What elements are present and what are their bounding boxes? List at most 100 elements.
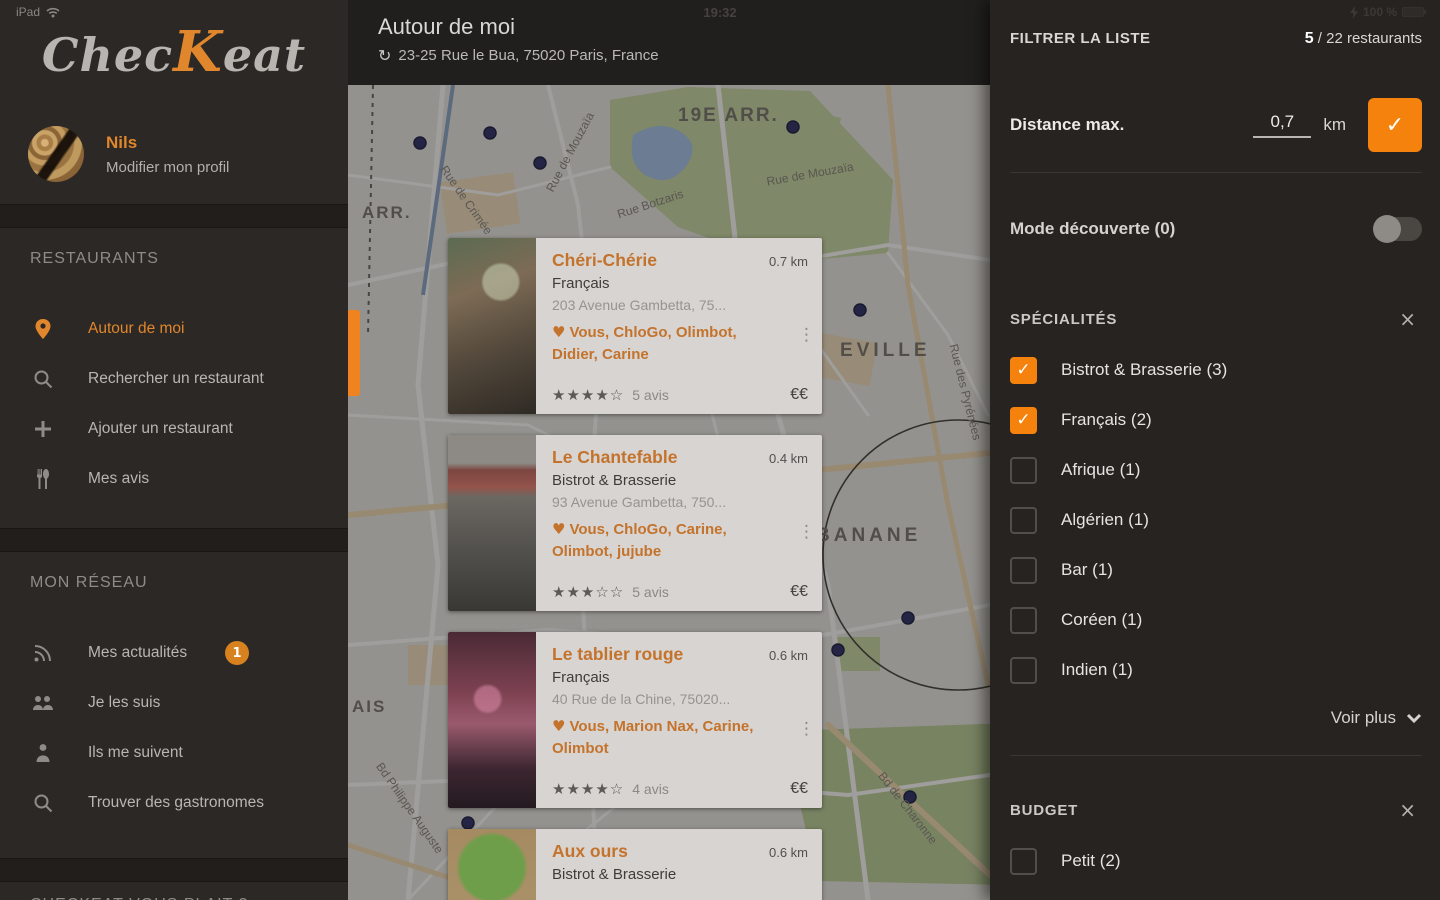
filter-option-bar[interactable]: Bar (1) xyxy=(1010,545,1422,595)
card-body: Aux ours 0.6 km Bistrot & Brasserie xyxy=(536,829,822,900)
filter-option-petit[interactable]: Petit (2) xyxy=(1010,836,1422,886)
star-rating: ★★★★☆ xyxy=(552,386,625,404)
sidebar-item-label: Mes actualités xyxy=(88,644,188,661)
more-menu-icon[interactable]: ⋮ xyxy=(798,524,815,540)
close-icon[interactable]: × xyxy=(1393,798,1422,822)
sidebar-item-label: Ajouter un restaurant xyxy=(88,420,233,437)
distance-label: Distance max. xyxy=(1010,115,1125,134)
sidebar-item-mes-avis[interactable]: Mes avis xyxy=(0,454,348,504)
app-root: ChecKeat Nils Modifier mon profil RESTAU… xyxy=(0,0,1440,900)
sidebar-item-rechercher[interactable]: Rechercher un restaurant xyxy=(0,354,348,404)
logo-text: ChecKeat xyxy=(42,19,306,85)
filter-option-afrique[interactable]: Afrique (1) xyxy=(1010,445,1422,495)
apply-distance-button[interactable] xyxy=(1368,98,1422,152)
filter-option-indien[interactable]: Indien (1) xyxy=(1010,645,1422,695)
filter-option-label: Algérien (1) xyxy=(1061,510,1149,529)
section-title-network: MON RÉSEAU xyxy=(30,574,148,591)
sidebar-item-actualites[interactable]: Mes actualités 1 xyxy=(0,628,348,678)
sidebar-item-ils-me-suivent[interactable]: Ils me suivent xyxy=(0,728,348,778)
restaurant-card[interactable]: Le Chantefable 0.4 km Bistrot & Brasserie… xyxy=(448,435,822,611)
search-icon xyxy=(30,366,56,392)
sidebar-item-autour-de-moi[interactable]: Autour de moi xyxy=(0,304,348,354)
logo-k: K xyxy=(173,19,223,85)
map[interactable]: 19E ARR. ARR. EVILLE BANANE AIS Rue de M… xyxy=(348,85,990,900)
specialties-options: Bistrot & Brasserie (3) Français (2) Afr… xyxy=(1010,345,1422,695)
restaurant-name: Aux ours xyxy=(552,841,628,861)
filter-option-francais[interactable]: Français (2) xyxy=(1010,395,1422,445)
sidebar-section-network: MON RÉSEAU Mes actualités 1 Je les suis xyxy=(0,552,348,858)
checkbox-icon[interactable] xyxy=(1010,456,1037,484)
restaurant-photo xyxy=(448,829,536,900)
filter-option-label: Indien (1) xyxy=(1061,660,1133,679)
refresh-icon[interactable]: ↻ xyxy=(378,46,391,65)
heart-icon: ♥ xyxy=(552,323,566,341)
notification-badge: 1 xyxy=(225,641,250,665)
checkbox-checked-icon[interactable] xyxy=(1010,406,1037,434)
filter-option-coreen[interactable]: Coréen (1) xyxy=(1010,595,1422,645)
distance-input[interactable] xyxy=(1253,112,1312,138)
restaurant-card[interactable]: Chéri-Chérie 0.7 km Français 203 Avenue G… xyxy=(448,238,822,414)
card-body: Le tablier rouge 0.6 km Français 40 Rue d… xyxy=(536,632,822,808)
review-count: 5 avis xyxy=(632,584,669,600)
checkbox-icon[interactable] xyxy=(1010,847,1037,875)
restaurant-cuisine: Français xyxy=(552,275,610,292)
restaurant-cuisine: Bistrot & Brasserie xyxy=(552,866,677,883)
restaurant-likes: ♥ Vous, Marion Nax, Carine, Olimbot xyxy=(552,716,770,760)
restaurant-card[interactable]: Le tablier rouge 0.6 km Français 40 Rue d… xyxy=(448,632,822,808)
more-menu-icon[interactable]: ⋮ xyxy=(798,721,815,737)
price-level: €€ xyxy=(790,583,808,600)
profile-row[interactable]: Nils Modifier mon profil xyxy=(0,104,348,204)
discovery-mode-toggle[interactable] xyxy=(1373,215,1422,243)
restaurant-likes: ♥ Vous, ChloGo, Carine, Olimbot, jujube xyxy=(552,519,770,563)
plus-icon xyxy=(30,416,56,442)
filter-option-label: Bistrot & Brasserie (3) xyxy=(1061,360,1228,379)
filter-panel-title: FILTRER LA LISTE xyxy=(1010,30,1151,47)
checkbox-icon[interactable] xyxy=(1010,506,1037,534)
close-icon[interactable]: × xyxy=(1393,307,1422,331)
logo-pre: Chec xyxy=(41,28,174,82)
avatar[interactable] xyxy=(28,126,84,182)
discovery-mode-row: Mode découverte (0) xyxy=(1010,173,1422,285)
checkbox-icon[interactable] xyxy=(1010,556,1037,584)
checkbox-checked-icon[interactable] xyxy=(1010,356,1037,384)
restaurant-cuisine: Français xyxy=(552,669,610,686)
filter-option-label: Coréen (1) xyxy=(1061,610,1143,629)
price-level: €€ xyxy=(790,780,808,797)
star-rating: ★★★★☆ xyxy=(552,780,625,798)
filter-option-algerien[interactable]: Algérien (1) xyxy=(1010,495,1422,545)
budget-section-header: BUDGET × xyxy=(1010,798,1422,822)
drawer-handle[interactable] xyxy=(348,310,360,396)
sidebar-divider xyxy=(0,858,348,882)
cutlery-icon xyxy=(30,466,56,492)
see-more-button[interactable]: Voir plus xyxy=(1010,701,1422,735)
restaurant-distance: 0.6 km xyxy=(768,845,808,860)
filter-option-bistrot[interactable]: Bistrot & Brasserie (3) xyxy=(1010,345,1422,395)
sidebar: ChecKeat Nils Modifier mon profil RESTAU… xyxy=(0,0,348,900)
search-icon xyxy=(30,790,56,816)
distance-filter-row: Distance max. km xyxy=(1010,98,1422,152)
section-title-restaurants: RESTAURANTS xyxy=(30,250,159,267)
card-body: Le Chantefable 0.4 km Bistrot & Brasserie… xyxy=(536,435,822,611)
profile-texts: Nils Modifier mon profil xyxy=(106,133,229,176)
sidebar-item-trouver-gastronomes[interactable]: Trouver des gastronomes xyxy=(0,778,348,828)
filter-option-label: Afrique (1) xyxy=(1061,460,1141,479)
edit-profile-link[interactable]: Modifier mon profil xyxy=(106,159,229,176)
sidebar-item-label: Je les suis xyxy=(88,694,161,711)
restaurant-card[interactable]: Aux ours0.6 km Bistrot & Brasserie ⋮ xyxy=(448,829,822,900)
restaurant-distance: 0.4 km xyxy=(768,451,808,466)
panel-divider xyxy=(1010,755,1422,756)
likes-names: Vous, Marion Nax, Carine, Olimbot xyxy=(552,718,754,757)
sidebar-item-ajouter[interactable]: Ajouter un restaurant xyxy=(0,404,348,454)
specialties-section-header: SPÉCIALITÉS × xyxy=(1010,307,1422,331)
checkbox-icon[interactable] xyxy=(1010,656,1037,684)
checkbox-icon[interactable] xyxy=(1010,606,1037,634)
sidebar-item-label: Mes avis xyxy=(88,470,150,487)
current-address: ↻ 23-25 Rue le Bua, 75020 Paris, France xyxy=(378,46,990,65)
heart-icon: ♥ xyxy=(552,520,566,538)
discovery-mode-label: Mode découverte (0) xyxy=(1010,219,1176,238)
map-column: Autour de moi ↻ 23-25 Rue le Bua, 75020 … xyxy=(348,0,990,900)
sidebar-item-je-les-suis[interactable]: Je les suis xyxy=(0,678,348,728)
restaurant-photo xyxy=(448,632,536,808)
more-menu-icon[interactable]: ⋮ xyxy=(798,327,815,343)
price-level: €€ xyxy=(790,386,808,403)
